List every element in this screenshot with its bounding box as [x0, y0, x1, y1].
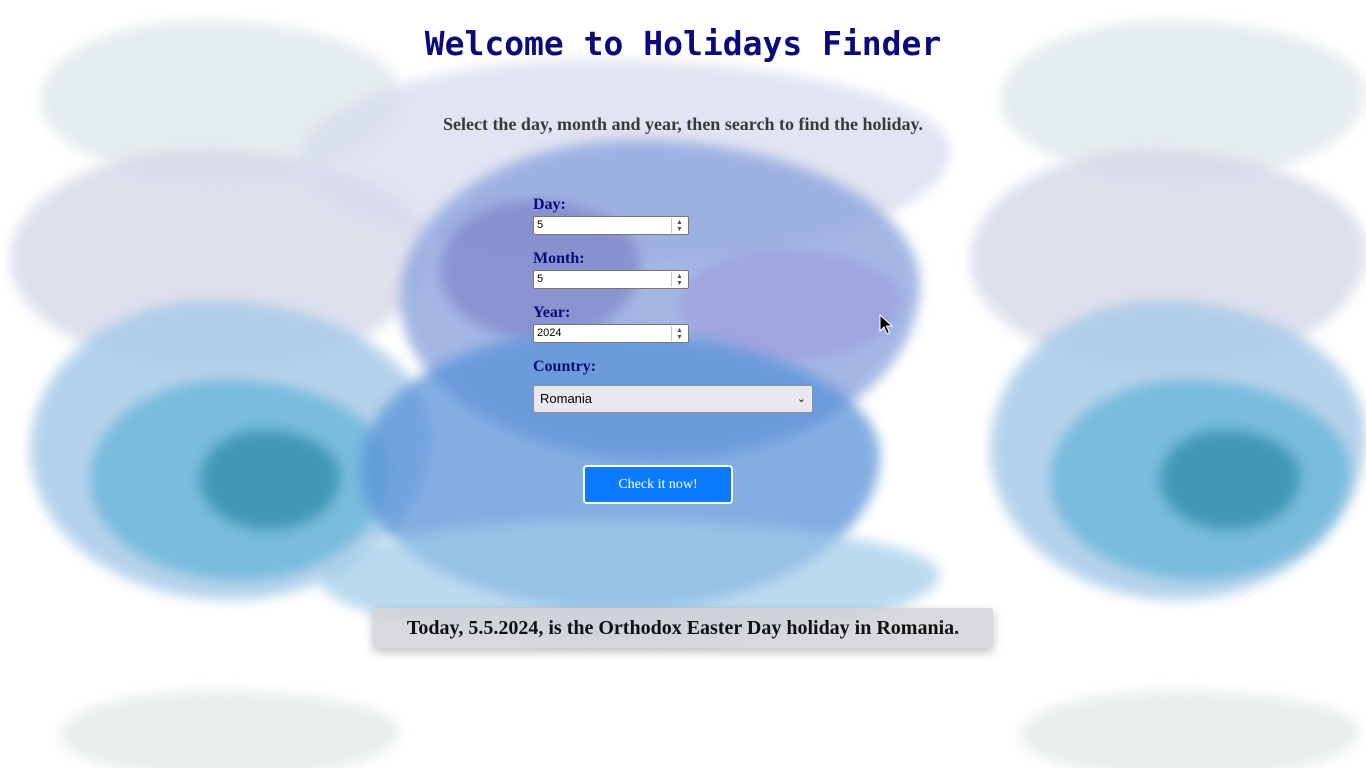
month-value: 5	[537, 273, 544, 285]
spinner-arrows-icon[interactable]: ▲ ▼	[671, 272, 687, 287]
holidays-finder-page: Welcome to Holidays Finder Select the da…	[0, 0, 1366, 768]
mouse-pointer-icon	[879, 313, 894, 335]
page-title: Welcome to Holidays Finder	[424, 24, 942, 63]
year-input[interactable]: 2024 ▲ ▼	[533, 324, 689, 343]
holiday-search-form: Day: 5 ▲ ▼ Month: 5 ▲ ▼ Year: 2024 ▲ ▼ Coun…	[533, 194, 833, 413]
chevron-down-icon: ⌄	[796, 393, 806, 405]
page-subtitle: Select the day, month and year, then sea…	[442, 114, 924, 134]
day-label: Day:	[533, 196, 566, 213]
year-value: 2024	[537, 327, 562, 339]
country-selected-value: Romania	[540, 391, 593, 406]
country-label: Country:	[533, 358, 597, 375]
day-value: 5	[537, 219, 544, 231]
holiday-result-banner: Today, 5.5.2024, is the Orthodox Easter …	[373, 608, 993, 648]
month-label: Month:	[533, 250, 585, 267]
year-label: Year:	[533, 304, 571, 321]
country-select[interactable]: Romania ⌄	[533, 385, 813, 413]
spinner-arrows-icon[interactable]: ▲ ▼	[671, 326, 687, 341]
day-input[interactable]: 5 ▲ ▼	[533, 216, 689, 235]
month-input[interactable]: 5 ▲ ▼	[533, 270, 689, 289]
spinner-arrows-icon[interactable]: ▲ ▼	[671, 218, 687, 233]
check-it-now-button[interactable]: Check it now!	[583, 465, 733, 504]
